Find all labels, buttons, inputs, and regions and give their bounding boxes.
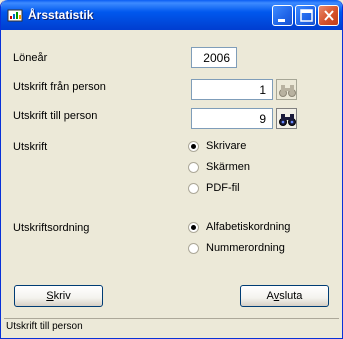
binoculars-icon: [279, 114, 296, 126]
maximize-icon: [300, 9, 313, 22]
radio-button[interactable]: [188, 222, 199, 233]
minimize-button[interactable]: [272, 5, 293, 26]
exit-button-label-rest: sluta: [279, 290, 303, 302]
print-button-label-rest: kriv: [53, 290, 71, 302]
output-label: Utskrift: [13, 141, 48, 153]
print-button[interactable]: Skriv: [14, 285, 103, 307]
radio-button[interactable]: [188, 243, 199, 254]
close-icon: [324, 10, 334, 21]
to-person-label: Utskrift till person: [13, 110, 98, 122]
app-icon[interactable]: [7, 7, 23, 23]
dialog-body: Löneår 2006 Utskrift från person 1 Utskr…: [4, 30, 339, 336]
year-field[interactable]: 2006: [191, 47, 237, 68]
radio-button[interactable]: [188, 162, 199, 173]
to-person-lookup-button[interactable]: [276, 108, 297, 129]
binoculars-icon: [279, 85, 296, 97]
minimize-icon: [278, 19, 285, 22]
from-person-lookup-button[interactable]: [276, 79, 297, 100]
close-button[interactable]: [318, 5, 339, 26]
radio-label: Alfabetiskordning: [206, 221, 291, 233]
status-bar: Utskrift till person: [4, 318, 339, 336]
from-person-field[interactable]: 1: [191, 79, 273, 100]
exit-button[interactable]: Avsluta: [240, 285, 329, 307]
radio-button[interactable]: [188, 183, 199, 194]
dialog-window: Årsstatistik Löneår 2006 Utskrift från p…: [0, 0, 343, 339]
window-title: Årsstatistik: [28, 8, 94, 22]
year-label: Löneår: [13, 52, 48, 64]
from-person-label: Utskrift från person: [13, 81, 106, 93]
radio-label: PDF-fil: [206, 182, 240, 194]
print-button-mnemonic: S: [46, 290, 54, 302]
title-bar[interactable]: Årsstatistik: [1, 0, 342, 30]
radio-label: Nummerordning: [206, 242, 285, 254]
sort-order-label: Utskriftsordning: [13, 222, 90, 234]
status-text: Utskrift till person: [6, 321, 83, 332]
to-person-field[interactable]: 9: [191, 108, 273, 129]
exit-button-label-prefix: A: [266, 290, 274, 302]
radio-label: Skrivare: [206, 140, 247, 152]
maximize-button[interactable]: [295, 5, 316, 26]
radio-label: Skärmen: [206, 161, 251, 173]
radio-button[interactable]: [188, 141, 199, 152]
